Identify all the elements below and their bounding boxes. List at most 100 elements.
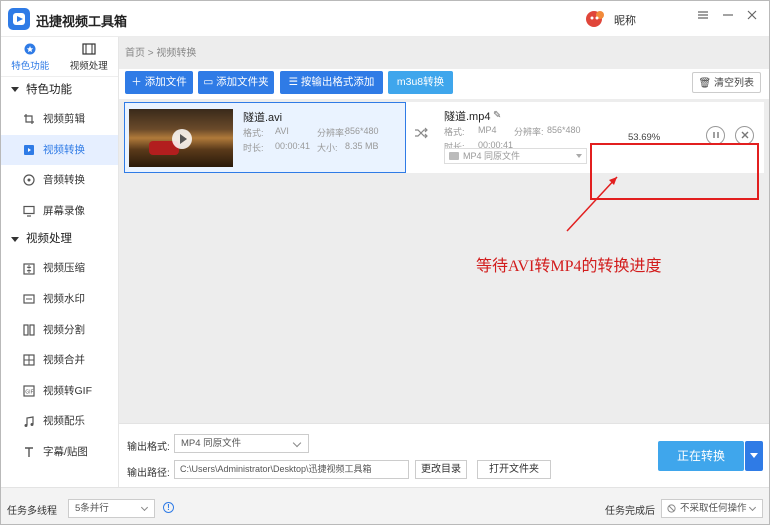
minimize-icon[interactable] [721, 9, 735, 25]
output-format-label: 输出格式: [127, 442, 170, 453]
breadcrumb-separator: > [147, 48, 154, 59]
video-thumbnail[interactable] [129, 109, 233, 167]
converting-button[interactable]: 正在转换 [658, 441, 744, 471]
avatar-icon[interactable] [585, 9, 607, 29]
tab-video-processing[interactable]: 视频处理 [60, 37, 119, 76]
sidebar-item-label: 字幕/贴图 [43, 445, 88, 458]
group-video-processing[interactable]: 视频处理 [1, 226, 118, 253]
annotation-text: 等待AVI转MP4的转换进度 [476, 258, 662, 275]
sidebar-item-audio-convert[interactable]: 音频转换 [1, 165, 118, 196]
chevron-down-icon [140, 503, 149, 512]
group-featured-label: 特色功能 [26, 84, 72, 96]
breadcrumb-home[interactable]: 首页 [125, 48, 145, 59]
edit-name-icon[interactable]: ✎ [493, 110, 503, 121]
sidebar-item-video-edit[interactable]: 视频剪辑 [1, 104, 118, 135]
sidebar-item-label: 视频配乐 [43, 415, 85, 428]
change-directory-button[interactable]: 更改目录 [415, 460, 467, 479]
add-folder-label: 添加文件夹 [216, 76, 269, 88]
sidebar-item-subtitle-sticker[interactable]: 字幕/贴图 [1, 437, 118, 468]
toolbar: ＋ 添加文件 ▭ 添加文件夹 ☰ 按输出格式添加 m3u8转换 🗑 清空列表 [119, 69, 769, 99]
video-convert-icon [24, 144, 34, 155]
trash-icon: 🗑 [698, 78, 712, 89]
sidebar-item-video-convert[interactable]: 视频转换 [1, 134, 118, 166]
source-resolution-value: 856*480 [345, 126, 379, 136]
open-folder-button[interactable]: 打开文件夹 [477, 460, 551, 479]
output-settings-panel: 输出格式: MP4 同原文件 输出路径: C:\Users\Administra… [119, 423, 769, 487]
caret-down-icon [11, 87, 19, 93]
output-format-select-value: MP4 同原文件 [463, 151, 521, 161]
multi-thread-value: 5条并行 [75, 503, 109, 514]
sidebar-item-video-compress[interactable]: 视频压缩 [1, 253, 118, 284]
sidebar-item-label: 视频转GIF [43, 384, 92, 397]
source-duration-value: 00:00:41 [275, 141, 311, 151]
output-path-field[interactable]: C:\Users\Administrator\Desktop\迅捷视频工具箱 [174, 460, 409, 479]
status-bar: 任务多线程 5条并行 ! 任务完成后 不采取任何操作 [1, 487, 769, 524]
source-duration-label: 时长: [243, 143, 264, 153]
add-file-button[interactable]: ＋ 添加文件 [125, 71, 193, 94]
user-nickname[interactable]: 昵称 [614, 12, 636, 28]
add-by-format-label: 按输出格式添加 [300, 76, 375, 88]
tab-featured-label: 特色功能 [11, 61, 50, 72]
sidebar-item-label: 视频转换 [43, 143, 85, 156]
app-window: 迅捷视频工具箱 昵称 特色功能 视频处理 特色功能 视频剪辑 视频转换 音频转换… [0, 0, 770, 525]
add-folder-button[interactable]: ▭ 添加文件夹 [198, 71, 274, 94]
main-panel: 首页 > 视频转换 ＋ 添加文件 ▭ 添加文件夹 ☰ 按输出格式添加 m3u8转… [119, 37, 769, 487]
sidebar-item-video-music[interactable]: 视频配乐 [1, 406, 118, 437]
target-resolution-label: 分辨率: [514, 127, 544, 137]
target-resolution-value: 856*480 [547, 125, 581, 135]
chevron-down-icon [576, 154, 582, 158]
camera-icon [449, 152, 459, 160]
source-size-value: 8.35 MB [345, 141, 379, 151]
output-path-label: 输出路径: [127, 468, 170, 479]
subtitle-icon [25, 447, 33, 458]
convert-options-dropdown[interactable] [745, 441, 763, 471]
sidebar: 特色功能 视频处理 特色功能 视频剪辑 视频转换 音频转换 屏幕录像 视频处理 … [1, 37, 119, 487]
source-format-label: 格式: [243, 128, 264, 138]
source-file-name: 隧道.avi [243, 112, 283, 124]
clear-list-label: 清空列表 [714, 78, 754, 89]
shuffle-icon [415, 127, 428, 139]
after-done-select[interactable]: 不采取任何操作 [661, 499, 763, 518]
sidebar-item-video-merge[interactable]: 视频合并 [1, 345, 118, 376]
chevron-down-icon [292, 438, 302, 448]
sidebar-item-label: 音频转换 [43, 174, 85, 187]
source-file-card[interactable]: 隧道.avi 格式: AVI 分辨率: 856*480 时长: 00:00:41… [124, 102, 406, 173]
close-icon[interactable] [745, 9, 759, 25]
gif-icon: GIF [23, 385, 35, 397]
info-icon[interactable]: ! [163, 502, 174, 513]
play-icon[interactable] [172, 129, 192, 149]
source-resolution-label: 分辨率: [317, 128, 347, 138]
sidebar-item-video-gif[interactable]: GIF 视频转GIF [1, 376, 118, 407]
sidebar-item-video-watermark[interactable]: 视频水印 [1, 284, 118, 315]
source-format-value: AVI [275, 126, 289, 136]
caret-down-icon [11, 236, 19, 242]
multi-thread-select[interactable]: 5条并行 [68, 499, 155, 518]
compress-icon [23, 262, 35, 275]
output-format-dropdown[interactable]: MP4 同原文件 [174, 434, 309, 453]
clear-list-button[interactable]: 🗑 清空列表 [691, 72, 761, 93]
menu-icon[interactable] [696, 9, 710, 25]
tab-featured[interactable]: 特色功能 [1, 37, 60, 76]
sidebar-item-screen-record[interactable]: 屏幕录像 [1, 196, 118, 227]
sidebar-item-video-split[interactable]: 视频分割 [1, 315, 118, 346]
sidebar-top-tabs: 特色功能 视频处理 [1, 37, 118, 77]
star-icon [24, 43, 36, 55]
output-format-select[interactable]: MP4 同原文件 [444, 148, 587, 164]
group-video-processing-label: 视频处理 [26, 233, 72, 246]
title-bar: 迅捷视频工具箱 昵称 [1, 1, 769, 37]
after-done-value: 不采取任何操作 [680, 503, 747, 514]
m3u8-convert-button[interactable]: m3u8转换 [388, 71, 453, 94]
add-by-format-button[interactable]: ☰ 按输出格式添加 [280, 71, 383, 94]
pause-icon [712, 132, 719, 138]
svg-text:GIF: GIF [25, 389, 33, 395]
multi-thread-label: 任务多线程 [7, 506, 57, 517]
audio-icon [23, 174, 35, 187]
group-featured[interactable]: 特色功能 [1, 77, 118, 104]
sidebar-item-label: 屏幕录像 [43, 204, 85, 217]
add-file-label: 添加文件 [144, 76, 187, 88]
m3u8-convert-label: m3u8转换 [396, 76, 445, 88]
breadcrumb: 首页 > 视频转换 [125, 44, 196, 59]
annotation-arrow [566, 176, 618, 232]
merge-icon [23, 354, 35, 366]
no-action-icon [667, 504, 676, 513]
